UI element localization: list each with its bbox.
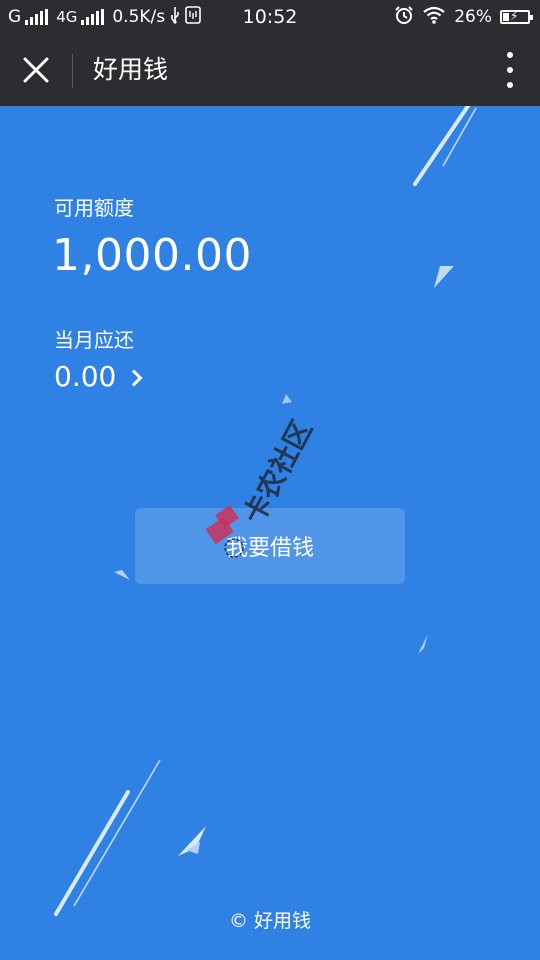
- network-speed: 0.5K/s: [112, 7, 166, 27]
- more-icon: [507, 52, 513, 58]
- watermark-text: 卡农社区: [237, 415, 319, 529]
- more-icon-dot: [507, 67, 513, 73]
- usb-debug-icon: [185, 5, 201, 29]
- main-content: 可用额度 1,000.00 当月应还 0.00 我要借钱 卡农社区 © 好用钱: [0, 106, 540, 960]
- signal-strength-icon-2: [81, 9, 105, 25]
- wifi-icon: [422, 6, 446, 29]
- usb-icon: [169, 6, 181, 29]
- close-icon: [23, 57, 49, 83]
- battery-icon: ⚡: [500, 9, 533, 24]
- more-options-button[interactable]: [504, 52, 516, 88]
- more-icon-dot: [507, 82, 513, 88]
- alarm-icon: [394, 5, 414, 30]
- monthly-due-link[interactable]: 0.00: [54, 360, 143, 393]
- status-bar: G 4G 0.5K/s 10:52 26% ⚡: [0, 0, 540, 34]
- status-right: 26% ⚡: [394, 0, 533, 34]
- signal-strength-icon: [25, 9, 49, 25]
- carrier-2: 4G: [56, 8, 78, 26]
- watermark-overlay: 卡农社区: [205, 415, 319, 558]
- header-divider: [72, 54, 73, 88]
- available-credit-label: 可用额度: [54, 196, 134, 220]
- close-button[interactable]: [16, 50, 56, 90]
- carrier-1: G: [8, 7, 22, 27]
- monthly-due-amount: 0.00: [54, 360, 117, 393]
- battery-percent: 26%: [454, 7, 492, 27]
- available-credit-amount: 1,000.00: [52, 230, 252, 281]
- status-left: G 4G 0.5K/s: [8, 0, 201, 34]
- monthly-due-label: 当月应还: [54, 328, 134, 352]
- chevron-right-icon: [125, 369, 143, 386]
- footer-copyright: © 好用钱: [228, 910, 312, 932]
- app-header: 好用钱: [0, 34, 540, 106]
- page-title: 好用钱: [93, 55, 169, 84]
